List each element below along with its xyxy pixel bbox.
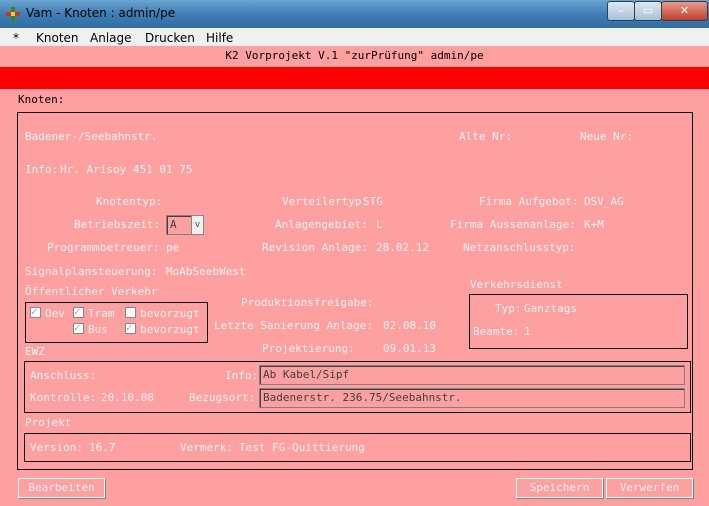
bearbeiten-button[interactable]: Bearbeiten xyxy=(18,478,105,498)
anschluss-label: Anschluss: xyxy=(30,369,97,382)
knoten-name: Badener-/Seebahnstr. xyxy=(25,130,158,143)
status-band xyxy=(0,67,709,89)
typ-value: Ganztags xyxy=(524,302,577,315)
bus-checkbox-label: Bus xyxy=(88,323,108,336)
projektierung-value: 09.01.13 xyxy=(383,342,436,355)
oev-label: Öffentlicher Verkehr xyxy=(25,285,158,298)
sanierung-label: Letzte Sanierung Anlage: xyxy=(214,319,373,332)
ewz-label: EWZ xyxy=(25,345,45,358)
projektierung-label: Projektierung: xyxy=(262,342,355,355)
revision-label: Revision Anlage: xyxy=(262,241,368,254)
anlagengebiet-label: Anlagengebiet: xyxy=(275,218,368,231)
beamte-value: 1 xyxy=(524,325,531,338)
bevorzugt-2-label: bevorzugt xyxy=(140,323,200,336)
bus-checkbox[interactable] xyxy=(73,321,84,334)
vermerk-label: Vermerk: xyxy=(180,441,233,454)
oev-checkbox-label: Oev xyxy=(45,307,65,320)
bevorzugt-1-label: bevorzugt xyxy=(140,307,200,320)
tram-checkbox[interactable] xyxy=(73,305,84,318)
neue-nr-label: Neue Nr: xyxy=(580,130,633,143)
verteilertyp-value: STG xyxy=(363,195,383,208)
section-label: Knoten: xyxy=(18,93,65,106)
minimize-button[interactable]: – xyxy=(607,1,635,21)
chevron-down-icon[interactable]: v xyxy=(191,215,204,235)
verwerfen-button[interactable]: Verwerfen xyxy=(606,478,693,498)
firma-aufgebot-value: DSV_AG xyxy=(584,195,624,208)
window-title: Vam - Knoten : admin/pe xyxy=(26,6,176,20)
vermerk-value: Test FG-Quittierung xyxy=(239,441,365,454)
maximize-button[interactable]: ▭ xyxy=(634,1,662,21)
verkehrsdienst-label: Verkehrsdienst xyxy=(470,278,563,291)
firma-aussen-value: K+M xyxy=(584,218,604,231)
version-value: 16.7 xyxy=(89,441,116,454)
speichern-button[interactable]: Speichern xyxy=(516,478,603,498)
page-header: K2 Vorprojekt V.1 "zurPrüfung" admin/pe xyxy=(0,46,709,67)
menu-item-anlage[interactable]: Anlage xyxy=(90,31,132,45)
ewz-info-field[interactable]: Ab Kabel/Sipf xyxy=(259,365,685,385)
bezugsort-label: Bezugsort: xyxy=(189,391,256,404)
menu-item-star[interactable]: * xyxy=(13,31,19,45)
info-label: Info: xyxy=(25,163,59,176)
alte-nr-label: Alte Nr: xyxy=(459,130,512,143)
knotentyp-label: Knotentyp: xyxy=(96,195,163,208)
beamte-label: Beamte: xyxy=(473,325,520,338)
info-value: Hr. Arisoy 451 01 75 xyxy=(60,163,193,176)
produktion-label: Produktionsfreigabe: xyxy=(241,296,374,309)
betriebszeit-select[interactable]: A xyxy=(166,215,192,235)
verteilertyp-label: Verteilertyp: xyxy=(282,195,369,208)
sanierung-value: 02.08.10 xyxy=(383,319,436,332)
programmbetreuer-label: Programmbetreuer: xyxy=(47,241,160,254)
programmbetreuer-value: pe xyxy=(166,241,180,254)
projekt-label: Projekt xyxy=(25,416,72,429)
bevorzugt-1-checkbox[interactable] xyxy=(125,307,136,318)
menu-item-hilfe[interactable]: Hilfe xyxy=(206,31,233,45)
typ-label: Typ: xyxy=(495,302,522,315)
close-button[interactable]: ✕ xyxy=(661,1,708,21)
revision-value: 28.02.12 xyxy=(376,241,429,254)
netzanschluss-label: Netzanschlusstyp: xyxy=(463,241,576,254)
anlagengebiet-value: L xyxy=(376,218,383,231)
bezugsort-field[interactable]: Badenerstr. 236.75/Seebahnstr. xyxy=(259,388,685,408)
signalplan-label: Signalplansteuerung: xyxy=(25,265,158,278)
tram-checkbox-label: Tram xyxy=(88,307,115,320)
oev-checkbox[interactable] xyxy=(30,305,41,318)
signalplan-value: MoAbSeebWest xyxy=(166,265,246,278)
betriebszeit-label: Betriebszeit: xyxy=(74,218,161,231)
app-icon xyxy=(6,7,20,21)
kontrolle-label: Kontrolle: xyxy=(30,391,97,404)
version-label: Version: xyxy=(30,441,83,454)
kontrolle-value: 20.10.08 xyxy=(101,391,154,404)
firma-aufgebot-label: Firma Aufgebot: xyxy=(479,195,579,208)
ewz-info-label: Info: xyxy=(225,369,259,382)
bevorzugt-2-checkbox[interactable] xyxy=(125,321,136,334)
menu-item-drucken[interactable]: Drucken xyxy=(145,31,195,45)
menu-item-knoten[interactable]: Knoten xyxy=(36,31,79,45)
firma-aussen-label: Firma Aussenanlage: xyxy=(450,218,576,231)
